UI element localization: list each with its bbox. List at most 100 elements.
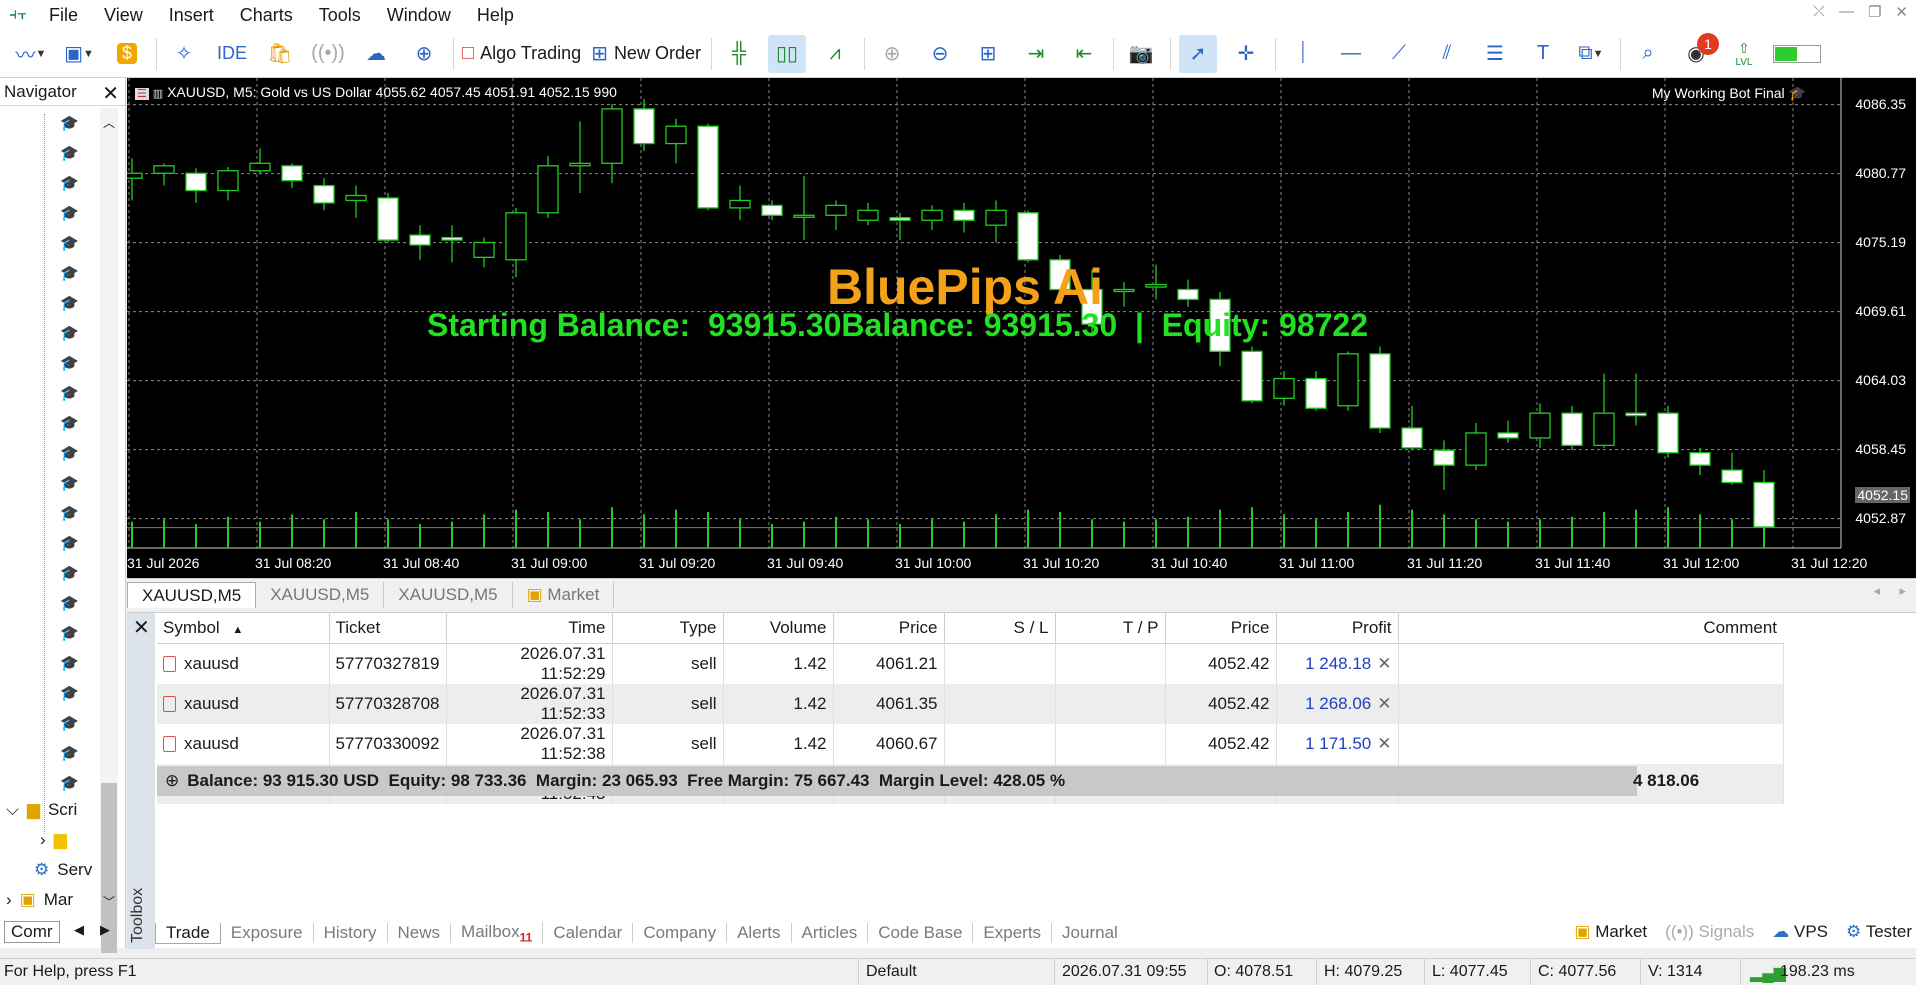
trade-row[interactable]: xauusd 57770327819 2026.07.31 11:52:29 sell…: [157, 643, 1784, 684]
cursor-button[interactable]: ➚: [1178, 34, 1217, 73]
fibonacci-button[interactable]: ☰: [1476, 35, 1514, 73]
chart-window[interactable]: ☰ ▥ XAUUSD, M5: Gold vs US Dollar 4055.6…: [127, 78, 1916, 578]
expert-advisor-icon[interactable]: 🎓: [60, 384, 79, 402]
expert-advisor-icon[interactable]: 🎓: [60, 594, 79, 612]
col-comment[interactable]: Comment: [1398, 613, 1784, 644]
col-time[interactable]: Time: [446, 613, 613, 644]
trade-row[interactable]: xauusd 57770328708 2026.07.31 11:52:33 sell…: [157, 683, 1784, 724]
toolbox-close-icon[interactable]: ✕: [133, 615, 150, 640]
zoom-in-button[interactable]: ⊕: [873, 35, 911, 73]
expert-advisor-icon[interactable]: 🎓: [60, 294, 79, 312]
shapes-button[interactable]: ⧉ ▼: [1572, 35, 1610, 73]
close-icon[interactable]: ✕: [1895, 3, 1908, 21]
new-order-button[interactable]: ⊞ New Order: [591, 35, 701, 73]
chart-tab-2[interactable]: XAUUSD,M5: [256, 581, 385, 608]
tab-code-base[interactable]: Code Base: [868, 923, 974, 943]
expert-advisor-icon[interactable]: 🎓: [60, 114, 79, 132]
col-profit[interactable]: Profit: [1276, 613, 1399, 644]
market-button[interactable]: $: [108, 35, 146, 73]
expert-advisor-icon[interactable]: 🎓: [60, 444, 79, 462]
tab-calendar[interactable]: Calendar: [543, 923, 634, 943]
vertical-line-button[interactable]: ⏐: [1284, 35, 1322, 73]
col-type[interactable]: Type: [612, 613, 724, 644]
tab-exposure[interactable]: Exposure: [221, 923, 314, 943]
col-symbol[interactable]: Symbol ▲: [157, 613, 330, 644]
expert-advisor-icon[interactable]: 🎓: [60, 654, 79, 672]
menu-tools[interactable]: Tools: [306, 0, 374, 30]
scroll-down-icon[interactable]: ﹀: [103, 893, 115, 910]
expert-advisor-icon[interactable]: 🎓: [60, 324, 79, 342]
screenshot-button[interactable]: 📷: [1122, 35, 1160, 73]
col-volume[interactable]: Volume: [723, 613, 834, 644]
menu-charts[interactable]: Charts: [227, 0, 306, 30]
tab-news[interactable]: News: [388, 923, 452, 943]
algo-trading-button[interactable]: □ Algo Trading: [462, 35, 581, 73]
search-button[interactable]: ⌕: [1629, 35, 1667, 73]
expert-advisor-icon[interactable]: 🎓: [60, 234, 79, 252]
expert-advisor-icon[interactable]: 🎓: [60, 204, 79, 222]
tab-alerts[interactable]: Alerts: [727, 923, 792, 943]
nav-item-services[interactable]: ⚙ Serv: [34, 860, 92, 880]
templates-button[interactable]: ▣ ▼: [60, 35, 98, 73]
expert-advisor-icon[interactable]: 🎓: [60, 354, 79, 372]
col-current-price[interactable]: Price: [1165, 613, 1277, 644]
expert-advisor-icon[interactable]: 🎓: [60, 474, 79, 492]
shop-button[interactable]: 🛍: [261, 35, 299, 73]
nav-tab-common[interactable]: Comr: [4, 921, 60, 943]
market-link[interactable]: ▣ Market: [1574, 922, 1647, 942]
expert-advisor-icon[interactable]: 🎓: [60, 744, 79, 762]
level-button[interactable]: ⇧ LVL: [1725, 35, 1763, 73]
auto-scroll-button[interactable]: ⇥: [1017, 35, 1055, 73]
text-button[interactable]: T: [1524, 35, 1562, 73]
expert-advisor-icon[interactable]: 🎓: [60, 144, 79, 162]
line-chart-button[interactable]: ⩘: [816, 35, 854, 73]
nav-tab-next-icon[interactable]: ▶: [100, 922, 110, 938]
candlestick-button[interactable]: ▯▯: [767, 34, 806, 73]
nav-item-folder[interactable]: › ▆: [40, 830, 67, 850]
bar-chart-button[interactable]: ╬: [720, 35, 758, 73]
equidistant-channel-button[interactable]: ⫽: [1428, 35, 1466, 73]
close-position-icon[interactable]: ✕: [1377, 694, 1391, 713]
nav-tab-prev-icon[interactable]: ◀: [74, 922, 84, 938]
nav-item-scripts[interactable]: ⌵ ▆ Scri: [6, 800, 77, 820]
notifications-button[interactable]: ◉ 1: [1677, 32, 1719, 73]
metaeditor-button[interactable]: ✧: [165, 35, 203, 73]
restore-icon[interactable]: ❐: [1868, 3, 1881, 21]
col-sl[interactable]: S / L: [944, 613, 1056, 644]
tester-link[interactable]: ⚙ Tester: [1846, 922, 1912, 942]
expert-advisor-icon[interactable]: 🎓: [60, 174, 79, 192]
expert-advisor-icon[interactable]: 🎓: [60, 714, 79, 732]
tabs-prev-icon[interactable]: ◂: [1873, 583, 1880, 599]
horizontal-line-button[interactable]: —: [1332, 35, 1370, 73]
trade-row[interactable]: xauusd 57770330092 2026.07.31 11:52:38 sell…: [157, 723, 1784, 764]
zoom-out-button[interactable]: ⊖: [921, 35, 959, 73]
menu-window[interactable]: Window: [374, 0, 464, 30]
tabs-next-icon[interactable]: ▸: [1899, 583, 1906, 599]
chart-menu-icon[interactable]: ☰: [135, 88, 149, 100]
chart-tab-market[interactable]: ▣ Market: [513, 581, 615, 608]
expert-advisor-icon[interactable]: 🎓: [60, 504, 79, 522]
menu-view[interactable]: View: [91, 0, 156, 30]
expert-advisor-icon[interactable]: 🎓: [60, 684, 79, 702]
crosshair-button[interactable]: ✛: [1227, 35, 1265, 73]
network-button[interactable]: ⊕: [405, 35, 443, 73]
expert-advisor-name[interactable]: My Working Bot Final 🎓: [1652, 85, 1806, 102]
expert-advisor-icon[interactable]: 🎓: [60, 564, 79, 582]
expert-advisor-icon[interactable]: 🎓: [60, 264, 79, 282]
expert-advisor-icon[interactable]: 🎓: [60, 774, 79, 792]
menu-file[interactable]: File: [36, 0, 91, 30]
vps-button[interactable]: ☁: [357, 35, 395, 73]
expert-advisor-icon[interactable]: 🎓: [60, 534, 79, 552]
col-tp[interactable]: T / P: [1055, 613, 1166, 644]
expand-circle-icon[interactable]: ⊕: [165, 771, 179, 791]
vps-link[interactable]: ☁ VPS: [1772, 922, 1828, 942]
expert-advisor-icon[interactable]: 🎓: [60, 414, 79, 432]
signals-button[interactable]: ((•)): [309, 35, 347, 73]
navigator-close-icon[interactable]: ✕: [102, 81, 119, 106]
chart-shift-button[interactable]: ⇤: [1065, 35, 1103, 73]
chart-tab-1[interactable]: XAUUSD,M5: [127, 581, 257, 608]
menu-insert[interactable]: Insert: [156, 0, 227, 30]
ide-button[interactable]: IDE: [213, 35, 251, 73]
tab-experts[interactable]: Experts: [973, 923, 1053, 943]
minimize-icon[interactable]: —: [1839, 3, 1854, 21]
